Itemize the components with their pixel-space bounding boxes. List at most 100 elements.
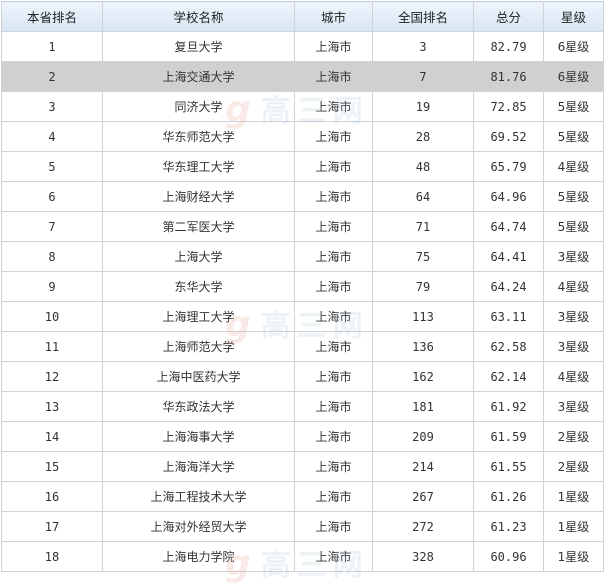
- city-cell: 上海市: [294, 151, 373, 182]
- total-score-cell: 65.79: [473, 151, 544, 182]
- national-rank-cell: 272: [372, 511, 474, 542]
- city-cell: 上海市: [294, 331, 373, 362]
- province-rank-cell: 7: [1, 211, 103, 242]
- table-row: 15 上海海洋大学 上海市 214 61.55 2星级: [1, 451, 604, 482]
- national-rank-cell: 209: [372, 421, 474, 452]
- total-score-cell: 69.52: [473, 121, 544, 152]
- city-cell: 上海市: [294, 61, 373, 92]
- city-cell: 上海市: [294, 391, 373, 422]
- national-rank-cell: 113: [372, 301, 474, 332]
- col-header-city[interactable]: 城市: [294, 1, 373, 32]
- table-row: 8 上海大学 上海市 75 64.41 3星级: [1, 241, 604, 272]
- national-rank-cell: 71: [372, 211, 474, 242]
- total-score-cell: 81.76: [473, 61, 544, 92]
- national-rank-cell: 328: [372, 541, 474, 572]
- school-name-cell: 上海大学: [102, 241, 295, 272]
- total-score-cell: 82.79: [473, 31, 544, 62]
- national-rank-cell: 162: [372, 361, 474, 392]
- total-score-cell: 64.24: [473, 271, 544, 302]
- star-level-cell: 1星级: [543, 541, 604, 572]
- national-rank-cell: 64: [372, 181, 474, 212]
- col-header-province-rank[interactable]: 本省排名: [1, 1, 103, 32]
- province-rank-cell: 14: [1, 421, 103, 452]
- school-name-cell: 上海财经大学: [102, 181, 295, 212]
- total-score-cell: 64.41: [473, 241, 544, 272]
- total-score-cell: 61.92: [473, 391, 544, 422]
- col-header-national-rank[interactable]: 全国排名: [372, 1, 474, 32]
- school-name-cell: 上海中医药大学: [102, 361, 295, 392]
- table-row: 1 复旦大学 上海市 3 82.79 6星级: [1, 31, 604, 62]
- total-score-cell: 61.55: [473, 451, 544, 482]
- col-header-total-score[interactable]: 总分: [473, 1, 544, 32]
- star-level-cell: 4星级: [543, 271, 604, 302]
- school-name-cell: 东华大学: [102, 271, 295, 302]
- col-header-star-level[interactable]: 星级: [543, 1, 604, 32]
- national-rank-cell: 7: [372, 61, 474, 92]
- province-rank-cell: 15: [1, 451, 103, 482]
- city-cell: 上海市: [294, 271, 373, 302]
- school-name-cell: 上海电力学院: [102, 541, 295, 572]
- national-rank-cell: 267: [372, 481, 474, 512]
- province-rank-cell: 11: [1, 331, 103, 362]
- city-cell: 上海市: [294, 91, 373, 122]
- total-score-cell: 60.96: [473, 541, 544, 572]
- national-rank-cell: 19: [372, 91, 474, 122]
- national-rank-cell: 28: [372, 121, 474, 152]
- province-rank-cell: 3: [1, 91, 103, 122]
- school-name-cell: 同济大学: [102, 91, 295, 122]
- school-name-cell: 上海海事大学: [102, 421, 295, 452]
- national-rank-cell: 181: [372, 391, 474, 422]
- school-name-cell: 华东政法大学: [102, 391, 295, 422]
- national-rank-cell: 75: [372, 241, 474, 272]
- city-cell: 上海市: [294, 121, 373, 152]
- national-rank-cell: 48: [372, 151, 474, 182]
- table-row: 9 东华大学 上海市 79 64.24 4星级: [1, 271, 604, 302]
- school-name-cell: 上海师范大学: [102, 331, 295, 362]
- star-level-cell: 5星级: [543, 181, 604, 212]
- table-row: 4 华东师范大学 上海市 28 69.52 5星级: [1, 121, 604, 152]
- star-level-cell: 1星级: [543, 511, 604, 542]
- total-score-cell: 62.14: [473, 361, 544, 392]
- star-level-cell: 4星级: [543, 151, 604, 182]
- school-name-cell: 上海工程技术大学: [102, 481, 295, 512]
- city-cell: 上海市: [294, 421, 373, 452]
- star-level-cell: 3星级: [543, 391, 604, 422]
- province-rank-cell: 9: [1, 271, 103, 302]
- table-row: 2 上海交通大学 上海市 7 81.76 6星级: [1, 61, 604, 92]
- school-name-cell: 华东理工大学: [102, 151, 295, 182]
- province-rank-cell: 2: [1, 61, 103, 92]
- national-rank-cell: 136: [372, 331, 474, 362]
- star-level-cell: 4星级: [543, 361, 604, 392]
- national-rank-cell: 3: [372, 31, 474, 62]
- table-row: 6 上海财经大学 上海市 64 64.96 5星级: [1, 181, 604, 212]
- star-level-cell: 1星级: [543, 481, 604, 512]
- city-cell: 上海市: [294, 541, 373, 572]
- province-rank-cell: 18: [1, 541, 103, 572]
- city-cell: 上海市: [294, 361, 373, 392]
- total-score-cell: 63.11: [473, 301, 544, 332]
- city-cell: 上海市: [294, 181, 373, 212]
- city-cell: 上海市: [294, 301, 373, 332]
- col-header-school-name[interactable]: 学校名称: [102, 1, 295, 32]
- star-level-cell: 3星级: [543, 301, 604, 332]
- school-name-cell: 华东师范大学: [102, 121, 295, 152]
- province-rank-cell: 16: [1, 481, 103, 512]
- city-cell: 上海市: [294, 451, 373, 482]
- city-cell: 上海市: [294, 481, 373, 512]
- table-row: 16 上海工程技术大学 上海市 267 61.26 1星级: [1, 481, 604, 512]
- total-score-cell: 61.23: [473, 511, 544, 542]
- table-row: 13 华东政法大学 上海市 181 61.92 3星级: [1, 391, 604, 422]
- table-row: 14 上海海事大学 上海市 209 61.59 2星级: [1, 421, 604, 452]
- province-rank-cell: 10: [1, 301, 103, 332]
- province-rank-cell: 1: [1, 31, 103, 62]
- province-rank-cell: 5: [1, 151, 103, 182]
- province-rank-cell: 12: [1, 361, 103, 392]
- national-rank-cell: 214: [372, 451, 474, 482]
- table-row: 10 上海理工大学 上海市 113 63.11 3星级: [1, 301, 604, 332]
- total-score-cell: 62.58: [473, 331, 544, 362]
- star-level-cell: 6星级: [543, 61, 604, 92]
- city-cell: 上海市: [294, 31, 373, 62]
- city-cell: 上海市: [294, 511, 373, 542]
- total-score-cell: 64.96: [473, 181, 544, 212]
- star-level-cell: 5星级: [543, 121, 604, 152]
